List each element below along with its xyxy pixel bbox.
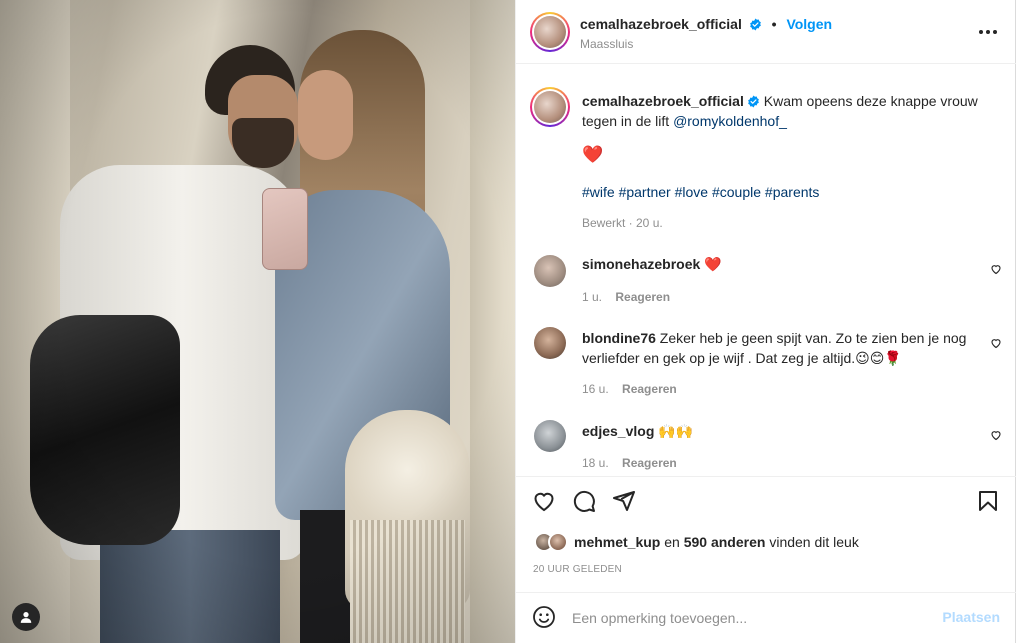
comment-time: 16 u.: [582, 382, 609, 396]
verified-badge-icon: [747, 95, 759, 108]
comment-username[interactable]: blondine76: [582, 330, 656, 346]
post-side-panel: cemalhazebroek_official • Volgen Maasslu…: [515, 0, 1016, 643]
post-comment-button[interactable]: Plaatsen: [942, 609, 1000, 625]
follow-button[interactable]: Volgen: [786, 16, 832, 32]
separator-dot: •: [771, 16, 777, 32]
post-location[interactable]: Maassluis: [580, 37, 633, 51]
comment-avatar[interactable]: [534, 255, 566, 287]
liker-avatar: [548, 532, 568, 552]
comment-input[interactable]: [572, 607, 932, 629]
likes-summary: mehmet_kup en 590 anderen vinden dit leu…: [574, 534, 859, 550]
add-comment-bar: Plaatsen: [516, 592, 1016, 643]
comment-text: 🙌🙌: [658, 423, 694, 439]
caption-emoji: ❤️: [582, 145, 604, 164]
reply-button[interactable]: Reageren: [622, 456, 677, 470]
save-bookmark-icon[interactable]: [976, 489, 1000, 513]
comment-item: simonehazebroek ❤️: [582, 254, 962, 274]
post-timestamp[interactable]: 20 UUR GELEDEN: [533, 564, 622, 575]
post-photo[interactable]: [0, 0, 515, 643]
user-tag-icon: [20, 612, 32, 623]
reply-button[interactable]: Reageren: [622, 382, 677, 396]
verified-badge-icon: [749, 18, 761, 31]
like-icon[interactable]: [532, 489, 556, 513]
reply-button[interactable]: Reageren: [615, 290, 670, 304]
comments-list[interactable]: cemalhazebroek_official Kwam opeens deze…: [516, 65, 1016, 475]
tagged-users-button[interactable]: [12, 603, 40, 631]
likes-count-link[interactable]: 590 anderen: [684, 534, 766, 550]
comment-username[interactable]: simonehazebroek: [582, 256, 700, 272]
comment-username[interactable]: edjes_vlog: [582, 423, 654, 439]
hashtag-wife[interactable]: #wife: [582, 184, 615, 200]
hashtag-couple[interactable]: #couple: [712, 184, 761, 200]
comment-like-icon[interactable]: [990, 429, 1002, 441]
comment-item: edjes_vlog 🙌🙌: [582, 421, 962, 441]
post-caption: cemalhazebroek_official Kwam opeens deze…: [582, 91, 1002, 131]
caption-author-avatar[interactable]: [530, 87, 570, 127]
post-header: cemalhazebroek_official • Volgen Maasslu…: [516, 0, 1016, 64]
comment-icon[interactable]: [572, 489, 596, 513]
comment-time: 18 u.: [582, 456, 609, 470]
comment-like-icon[interactable]: [990, 263, 1002, 275]
share-icon[interactable]: [612, 489, 636, 513]
more-options-button[interactable]: [976, 24, 1000, 40]
caption-hashtags: #wife #partner #love #couple #parents: [582, 182, 819, 202]
emoji-icon[interactable]: [532, 605, 556, 629]
caption-username[interactable]: cemalhazebroek_official: [582, 93, 744, 109]
comment-like-icon[interactable]: [990, 337, 1002, 349]
comment-avatar[interactable]: [534, 327, 566, 359]
comment-time: 1 u.: [582, 290, 603, 304]
comment-text: ❤️: [704, 256, 722, 272]
comment-item: blondine76 Zeker heb je geen spijt van. …: [582, 328, 972, 368]
more-options-icon: [979, 30, 983, 34]
post-dialog: cemalhazebroek_official • Volgen Maasslu…: [0, 0, 1016, 643]
hashtag-partner[interactable]: #partner: [619, 184, 671, 200]
hashtag-parents[interactable]: #parents: [765, 184, 819, 200]
caption-meta: Bewerkt · 20 u.: [582, 216, 663, 230]
post-actions: mehmet_kup en 590 anderen vinden dit leu…: [516, 476, 1016, 600]
author-username[interactable]: cemalhazebroek_official: [580, 16, 742, 32]
hashtag-love[interactable]: #love: [675, 184, 708, 200]
caption-mention[interactable]: @romykoldenhof_: [673, 113, 787, 129]
author-avatar[interactable]: [530, 12, 570, 52]
liker-avatars[interactable]: [534, 531, 578, 553]
comment-avatar[interactable]: [534, 420, 566, 452]
liker-username[interactable]: mehmet_kup: [574, 534, 660, 550]
